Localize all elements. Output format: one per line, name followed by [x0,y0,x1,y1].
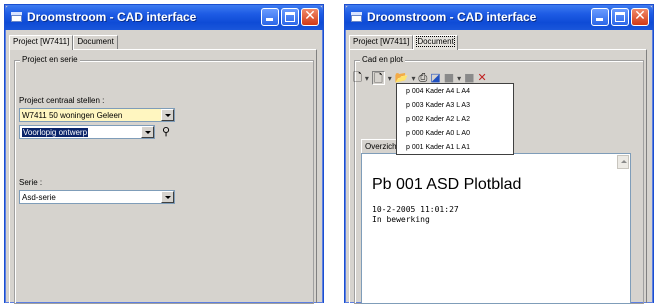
title-bar[interactable]: Droomstroom - CAD interface ✕ [345,5,653,30]
status-select[interactable]: Voorlopig ontwerp [19,125,155,139]
plot-date: 10-2-2005 11:01:27 [372,205,459,214]
tab-panel: Project en serie Project centraal stelle… [9,49,317,304]
minimize-button[interactable] [261,8,279,26]
project-group: Project en serie Project centraal stelle… [14,55,314,304]
menu-item[interactable]: p 004 Kader A4 L A4 [400,85,510,99]
tab-document[interactable]: Document [73,35,118,49]
template-document-icon[interactable]: 🗋 [371,71,385,85]
app-icon [11,12,22,22]
serie-select[interactable]: Asd-serie [19,190,175,204]
maximize-icon [615,12,625,22]
group-title: Project en serie [20,55,80,64]
maximize-icon [285,12,295,22]
plot-title: Pb 001 ASD Plotblad [372,176,522,193]
scroll-up-button[interactable] [617,155,629,169]
close-button[interactable]: ✕ [631,8,649,26]
menu-item[interactable]: p 001 Kader A1 L A1 [400,141,510,155]
tab-project[interactable]: Project [W7411] [349,35,414,49]
close-icon: ✕ [634,8,646,24]
menu-item[interactable]: p 000 Kader A0 L A0 [400,127,510,141]
project-select[interactable]: W7411 50 woningen Geleen [19,108,175,122]
minimize-icon [596,18,603,21]
menu-item[interactable]: p 003 Kader A3 L A3 [400,99,510,113]
dropdown-arrow-icon[interactable]: ▾ [365,74,369,83]
left-window: Droomstroom - CAD interface ✕ Project [W… [4,4,324,304]
plot-status: In bewerking [372,215,430,224]
plot-preview: Pb 001 ASD Plotblad 10-2-2005 11:01:27 I… [361,153,631,304]
chevron-down-icon[interactable] [161,191,174,203]
window-title: Droomstroom - CAD interface [367,10,537,24]
chevron-down-icon[interactable] [141,126,154,138]
dropdown-arrow-icon[interactable]: ▾ [388,74,392,83]
maximize-button[interactable] [281,8,299,26]
new-document-icon[interactable]: 🗋 [353,71,362,85]
minimize-icon [266,18,273,21]
project-label: Project centraal stellen : [19,96,105,105]
window-title: Droomstroom - CAD interface [27,10,197,24]
chevron-down-icon[interactable] [161,109,174,121]
dropdown-arrow-icon[interactable]: ▾ [411,74,415,83]
tab-overview[interactable]: Overzicht [361,139,401,153]
menu-item[interactable]: p 002 Kader A2 L A2 [400,113,510,127]
title-bar[interactable]: Droomstroom - CAD interface ✕ [5,5,323,30]
group-title: Cad en plot [360,55,405,64]
close-button[interactable]: ✕ [301,8,319,26]
dropdown-arrow-icon[interactable]: ▾ [457,74,461,83]
serie-label: Serie : [19,178,43,187]
tab-project[interactable]: Project [W7411] [9,35,74,50]
app-icon [351,12,362,22]
tab-document[interactable]: Document [413,35,458,50]
maximize-button[interactable] [611,8,629,26]
minimize-button[interactable] [591,8,609,26]
template-dropdown-menu: p 004 Kader A4 L A4 p 003 Kader A3 L A3 … [396,83,514,155]
binoculars-icon[interactable]: ⚲ [158,125,174,139]
close-icon: ✕ [304,8,316,24]
